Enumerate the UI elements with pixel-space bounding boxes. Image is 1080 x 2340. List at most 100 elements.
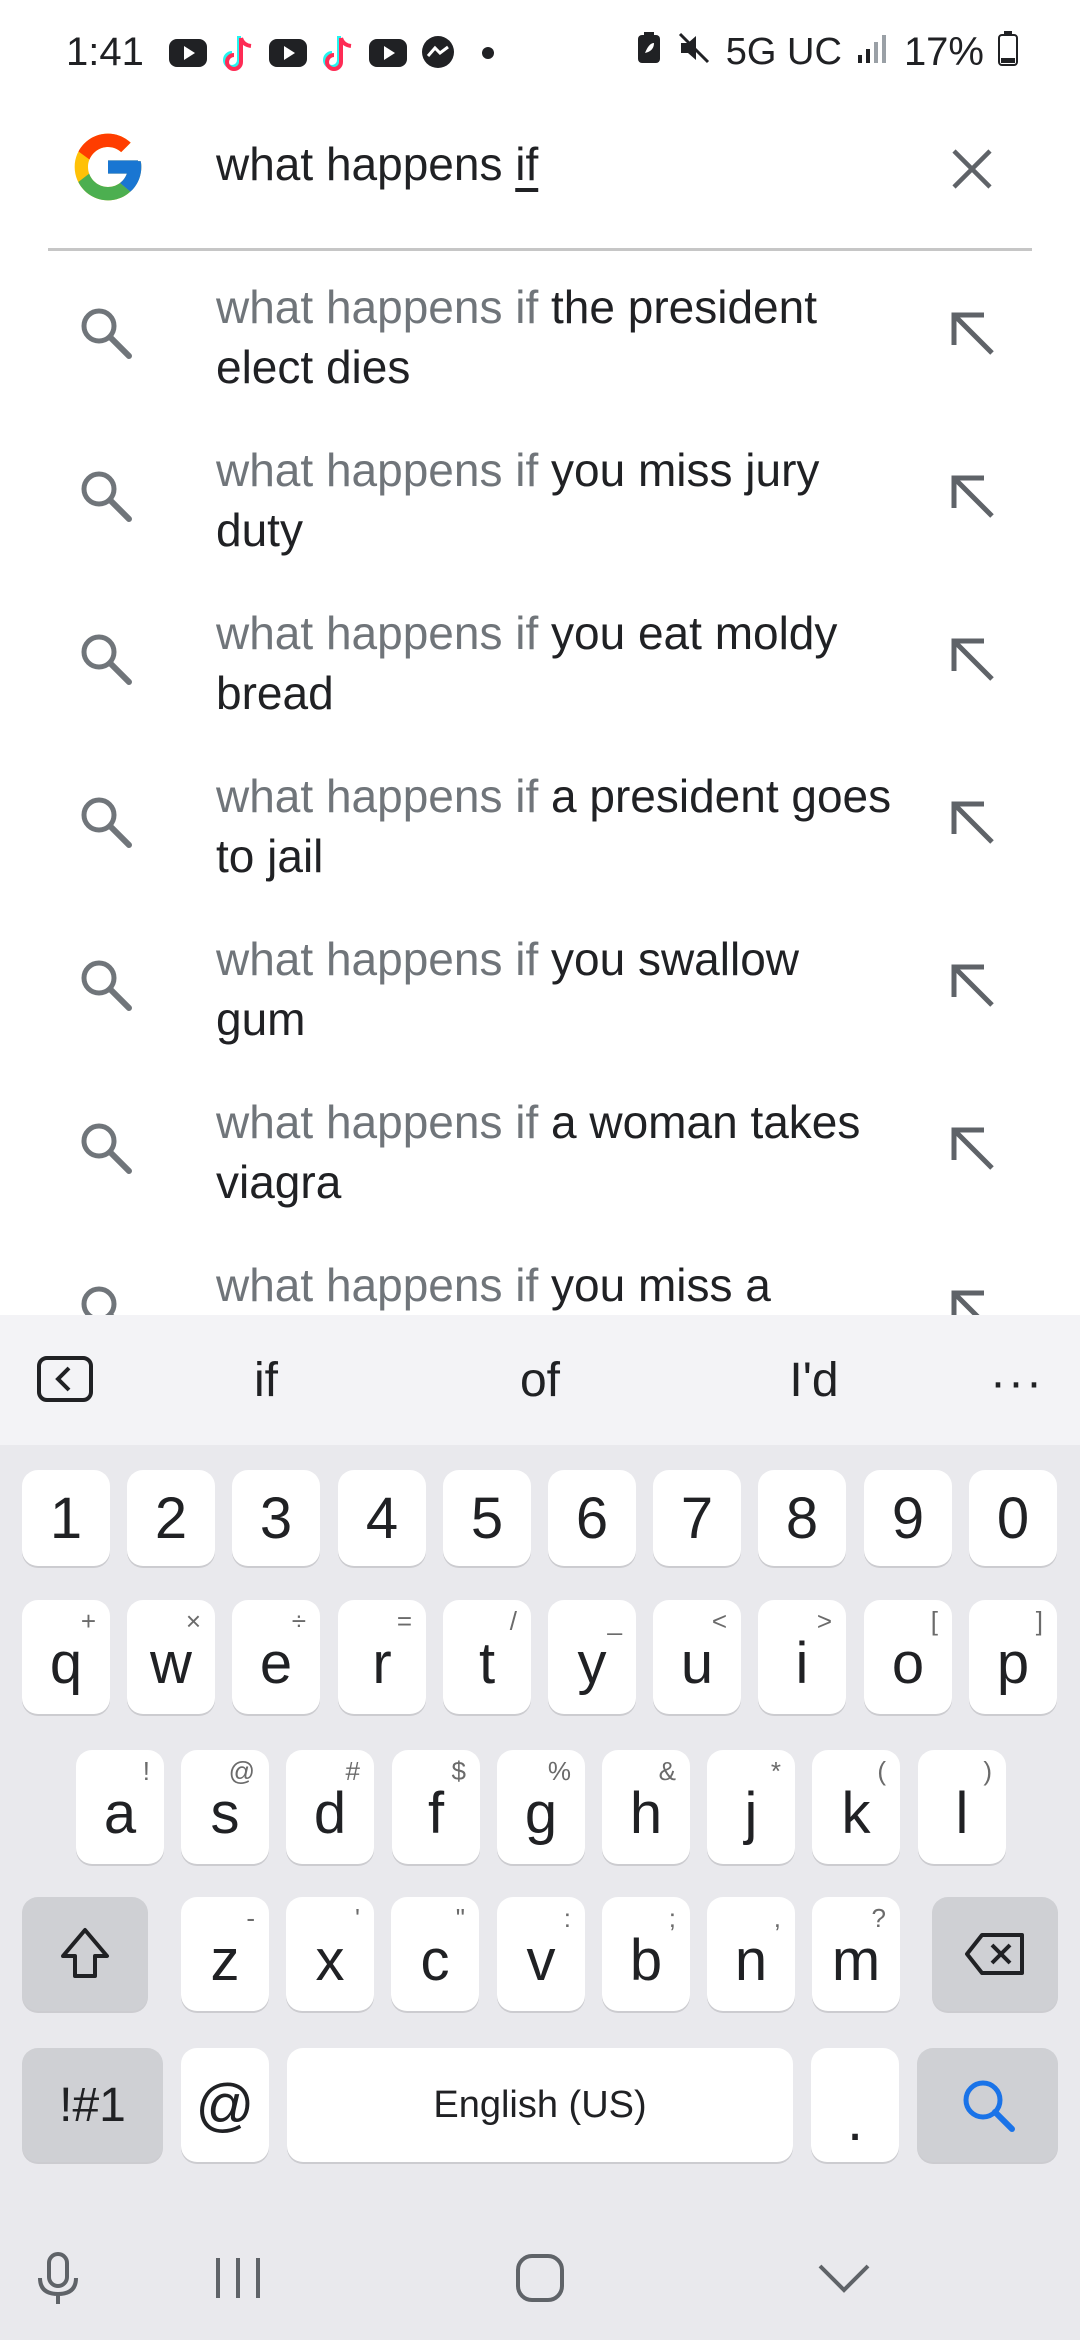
key-label: 4 bbox=[365, 1485, 399, 1551]
hide-keyboard-icon[interactable] bbox=[814, 2248, 874, 2308]
key-j[interactable]: * j bbox=[707, 1750, 795, 1864]
search-submit-key[interactable] bbox=[917, 2048, 1058, 2162]
mute-icon bbox=[676, 30, 712, 76]
youtube-icon bbox=[368, 33, 408, 73]
key-t[interactable]: / t bbox=[443, 1600, 531, 1714]
recent-apps-icon[interactable] bbox=[208, 2248, 268, 2308]
key-2[interactable]: 2 bbox=[127, 1470, 215, 1566]
key-d[interactable]: # d bbox=[286, 1750, 374, 1864]
key-l[interactable]: ) l bbox=[918, 1750, 1006, 1864]
key-m[interactable]: ? m bbox=[812, 1897, 900, 2011]
key-p[interactable]: ] p bbox=[969, 1600, 1057, 1714]
search-query-prefix: what happens bbox=[216, 138, 516, 190]
key-label: p bbox=[996, 1630, 1030, 1696]
fill-query-arrow-icon[interactable] bbox=[946, 633, 998, 685]
key-7[interactable]: 7 bbox=[653, 1470, 741, 1566]
key-9[interactable]: 9 bbox=[864, 1470, 952, 1566]
key-label: q bbox=[49, 1630, 83, 1696]
key-alt-symbol: ! bbox=[142, 1756, 150, 1786]
suggestion-prefix: what happens if bbox=[216, 933, 552, 985]
google-g-icon[interactable] bbox=[68, 127, 148, 207]
prediction-word[interactable]: I'd bbox=[714, 1353, 914, 1408]
fill-query-arrow-icon[interactable] bbox=[946, 1122, 998, 1174]
key-alt-symbol: [ bbox=[930, 1606, 938, 1636]
search-query-current-word: if bbox=[515, 138, 539, 190]
key-alt-symbol: % bbox=[547, 1756, 571, 1786]
microphone-icon[interactable] bbox=[28, 2248, 88, 2308]
key-i[interactable]: > i bbox=[758, 1600, 846, 1714]
suggestion-item[interactable]: what happens if the president elect dies bbox=[0, 255, 1080, 418]
battery-percent: 17% bbox=[903, 30, 984, 74]
key-w[interactable]: × w bbox=[127, 1600, 215, 1714]
key-alt-symbol: : bbox=[563, 1903, 571, 1933]
suggestion-item[interactable]: what happens if you eat moldy bread bbox=[0, 581, 1080, 744]
key-y[interactable]: _ y bbox=[548, 1600, 636, 1714]
suggestion-completion: you miss a bbox=[551, 1259, 771, 1311]
shift-icon bbox=[61, 1928, 109, 1978]
key-3[interactable]: 3 bbox=[232, 1470, 320, 1566]
key-alt-symbol: / bbox=[509, 1606, 517, 1636]
key-1[interactable]: 1 bbox=[22, 1470, 110, 1566]
prediction-word[interactable]: if bbox=[166, 1353, 366, 1408]
key-v[interactable]: :v bbox=[497, 1897, 585, 2011]
key-label: g bbox=[524, 1780, 558, 1846]
key-u[interactable]: < u bbox=[653, 1600, 741, 1714]
key-8[interactable]: 8 bbox=[758, 1470, 846, 1566]
suggestion-item[interactable]: what happens if a woman takes viagra bbox=[0, 1070, 1080, 1233]
fill-query-arrow-icon[interactable] bbox=[946, 470, 998, 522]
key-0[interactable]: 0 bbox=[969, 1470, 1057, 1566]
key-o[interactable]: [o bbox=[864, 1600, 952, 1714]
key-f[interactable]: $ f bbox=[392, 1750, 480, 1864]
key-6[interactable]: 6 bbox=[548, 1470, 636, 1566]
fill-query-arrow-icon[interactable] bbox=[946, 959, 998, 1011]
clear-search-button[interactable] bbox=[938, 135, 1006, 203]
key-b[interactable]: ; b bbox=[602, 1897, 690, 2011]
key-c[interactable]: " c bbox=[391, 1897, 479, 2011]
home-icon[interactable] bbox=[510, 2248, 570, 2308]
at-key[interactable]: @ bbox=[181, 2048, 269, 2162]
suggestion-prefix: what happens if bbox=[216, 281, 552, 333]
key-4[interactable]: 4 bbox=[338, 1470, 426, 1566]
search-input[interactable]: what happens if bbox=[216, 137, 538, 191]
period-key[interactable]: . bbox=[811, 2048, 899, 2162]
space-key[interactable]: English (US) bbox=[287, 2048, 793, 2162]
key-k[interactable]: (k bbox=[812, 1750, 900, 1864]
close-icon bbox=[952, 149, 992, 189]
key-x[interactable]: ' x bbox=[286, 1897, 374, 2011]
suggestion-prefix: what happens if bbox=[216, 444, 552, 496]
dot-icon bbox=[468, 33, 508, 73]
key-label: 5 bbox=[470, 1485, 504, 1551]
key-g[interactable]: % g bbox=[497, 1750, 585, 1864]
fill-query-arrow-icon[interactable] bbox=[946, 307, 998, 359]
fill-query-arrow-icon[interactable] bbox=[946, 1285, 998, 1315]
key-label: m bbox=[831, 1927, 881, 1993]
fill-query-arrow-icon[interactable] bbox=[946, 796, 998, 848]
key-z[interactable]: -z bbox=[181, 1897, 269, 2011]
suggestion-item[interactable]: what happens if a president goes to jail bbox=[0, 744, 1080, 907]
key-s[interactable]: @ s bbox=[181, 1750, 269, 1864]
prediction-word[interactable]: of bbox=[440, 1353, 640, 1408]
key-alt-symbol: < bbox=[711, 1606, 727, 1636]
key-alt-symbol: # bbox=[345, 1756, 360, 1786]
prediction-more-button[interactable]: ··· bbox=[990, 1355, 1044, 1410]
suggestion-item[interactable]: what happens if you miss a bbox=[0, 1233, 1080, 1315]
key-q[interactable]: + q bbox=[22, 1600, 110, 1714]
keyboard-toolbar-back-icon[interactable] bbox=[36, 1355, 94, 1403]
shift-key[interactable] bbox=[22, 1897, 148, 2011]
suggestion-item[interactable]: what happens if you miss jury duty bbox=[0, 418, 1080, 581]
key-label: t bbox=[478, 1630, 496, 1696]
symbols-key[interactable]: !#1 bbox=[22, 2048, 163, 2162]
key-a[interactable]: ! a bbox=[76, 1750, 164, 1864]
key-r[interactable]: = r bbox=[338, 1600, 426, 1714]
symbols-key-label: !#1 bbox=[59, 2078, 126, 2132]
key-label: i bbox=[795, 1630, 809, 1696]
key-n[interactable]: ,n bbox=[707, 1897, 795, 2011]
tiktok-icon bbox=[218, 33, 258, 73]
suggestion-list: what happens if the president elect dies… bbox=[0, 255, 1080, 1315]
key-alt-symbol: ÷ bbox=[291, 1606, 306, 1636]
suggestion-item[interactable]: what happens if you swallow gum bbox=[0, 907, 1080, 1070]
backspace-key[interactable] bbox=[932, 1897, 1058, 2011]
key-h[interactable]: & h bbox=[602, 1750, 690, 1864]
key-e[interactable]: ÷ e bbox=[232, 1600, 320, 1714]
key-5[interactable]: 5 bbox=[443, 1470, 531, 1566]
